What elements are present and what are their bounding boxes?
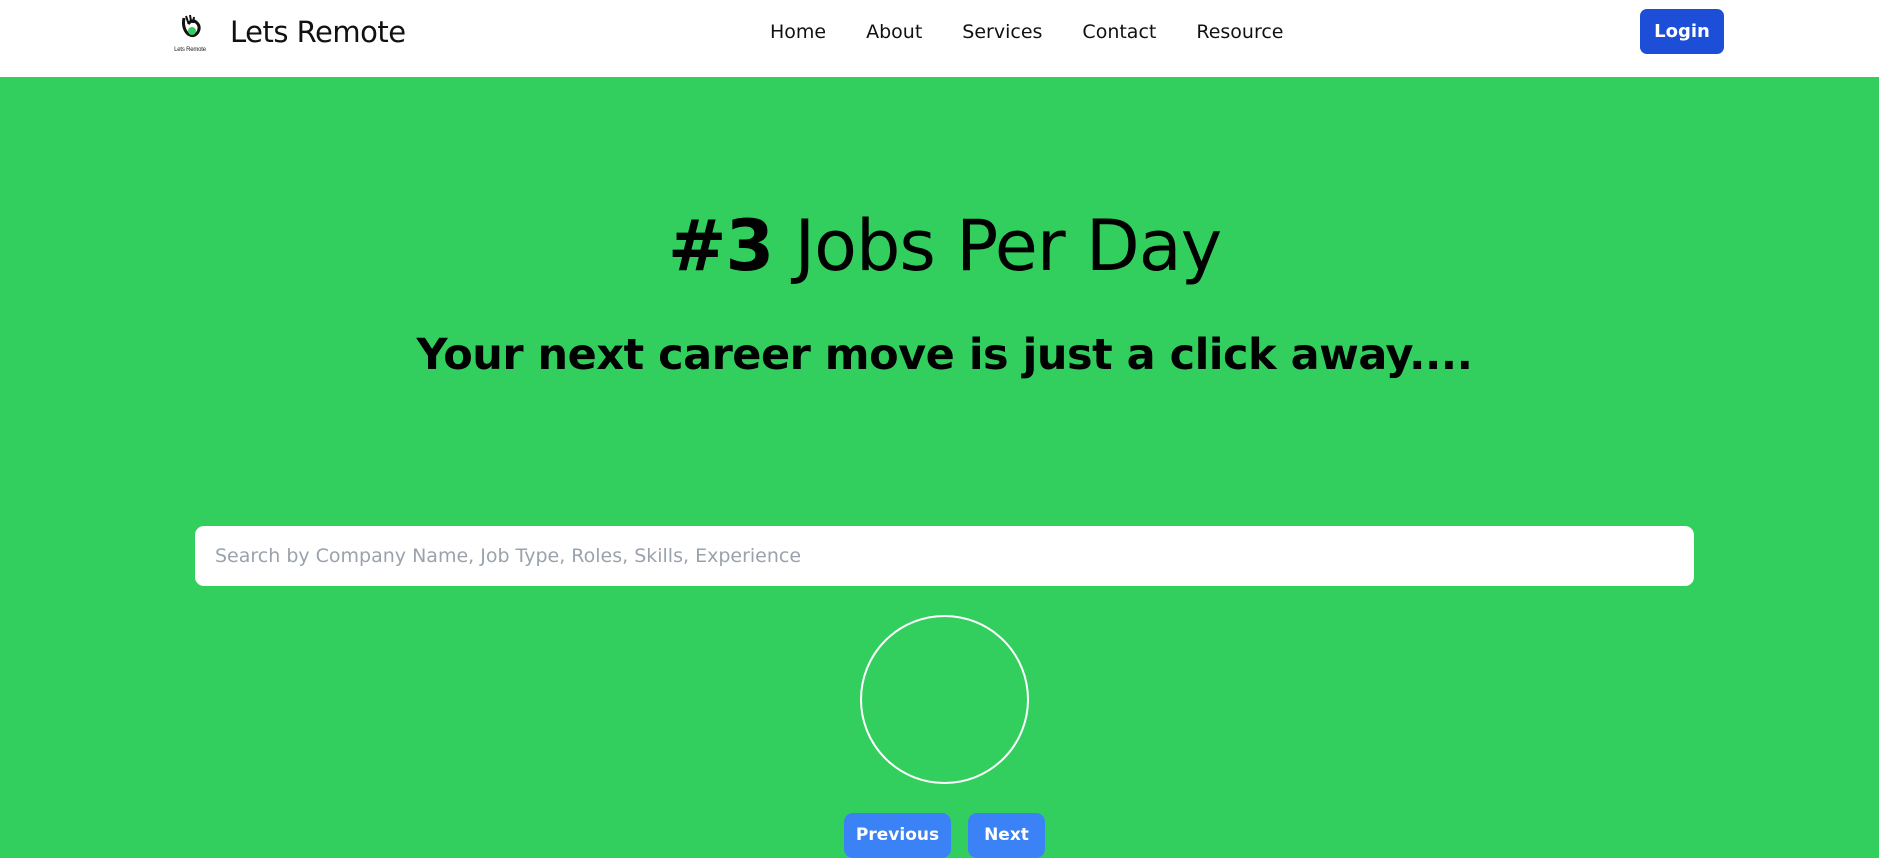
next-button[interactable]: Next [968, 813, 1045, 858]
brand[interactable]: Lets Remote Lets Remote [170, 12, 406, 53]
main-nav: Home About Services Contact Resource [770, 20, 1323, 44]
hero-title-text: Jobs Per Day [794, 205, 1222, 287]
brand-name: Lets Remote [230, 15, 406, 49]
top-navbar: Lets Remote Lets Remote Home About Servi… [0, 0, 1879, 77]
hero-title-count: #3 [667, 205, 774, 287]
nav-link-resource[interactable]: Resource [1196, 20, 1283, 44]
previous-button[interactable]: Previous [844, 813, 951, 858]
loading-spinner-icon [860, 615, 1029, 784]
login-button[interactable]: Login [1640, 9, 1724, 54]
nav-link-about[interactable]: About [866, 20, 922, 44]
nav-link-home[interactable]: Home [770, 20, 826, 44]
hero-subtitle: Your next career move is just a click aw… [416, 330, 1473, 380]
nav-link-contact[interactable]: Contact [1082, 20, 1156, 44]
lets-remote-logo-icon: Lets Remote [170, 14, 210, 53]
logo-caption: Lets Remote [174, 47, 206, 53]
job-search-input[interactable] [195, 526, 1694, 586]
hero-title: #3 Jobs Per Day [0, 205, 1879, 287]
nav-link-services[interactable]: Services [962, 20, 1042, 44]
